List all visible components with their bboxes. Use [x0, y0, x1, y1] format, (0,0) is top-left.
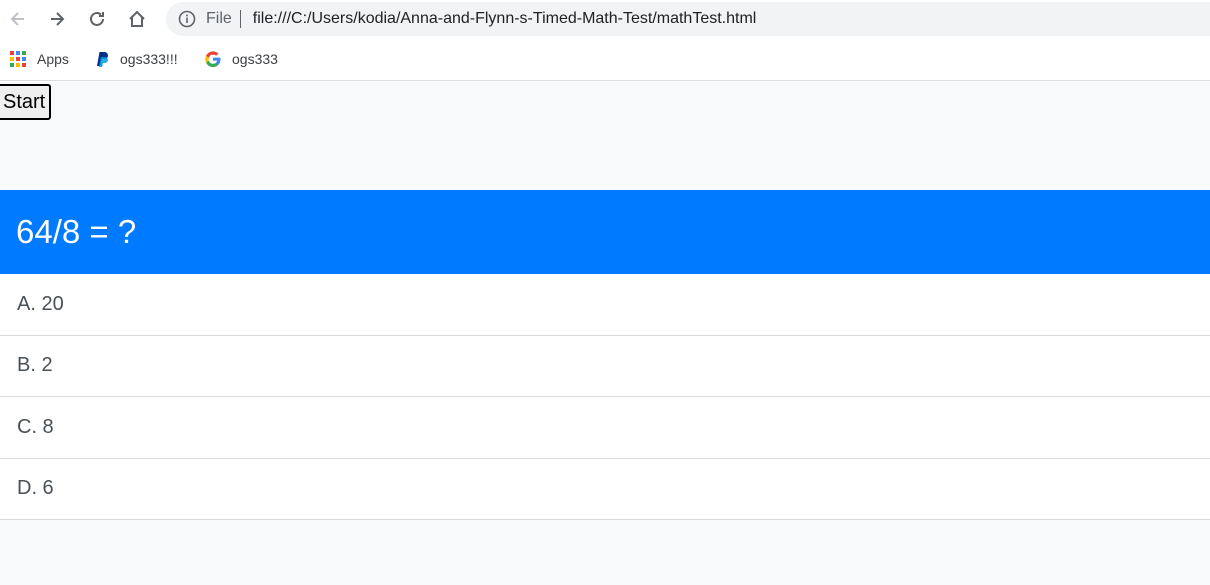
answer-option-c[interactable]: C. 8	[0, 397, 1210, 459]
paypal-icon	[92, 50, 110, 68]
question-text: 64/8 = ?	[0, 190, 1210, 274]
back-arrow-icon	[10, 12, 24, 26]
address-url[interactable]: file:///C:/Users/kodia/Anna-and-Flynn-s-…	[253, 10, 757, 28]
bookmarks-bar: Apps ogs333!!! ogs333	[0, 38, 1210, 81]
forward-button[interactable]	[43, 5, 71, 33]
bookmark-ogs333-paypal[interactable]: ogs333!!!	[92, 49, 178, 69]
address-separator	[239, 10, 241, 28]
bookmark-ogs333-google-label: ogs333	[232, 51, 278, 67]
reload-icon	[90, 11, 104, 26]
bookmark-apps[interactable]: Apps	[9, 49, 69, 69]
start-button[interactable]: Start	[0, 84, 52, 120]
info-icon[interactable]	[178, 10, 196, 28]
back-button[interactable]	[4, 5, 32, 33]
reload-button[interactable]	[83, 5, 111, 33]
bookmark-apps-label: Apps	[37, 51, 69, 67]
apps-grid-icon	[9, 50, 27, 68]
bookmark-ogs333-paypal-label: ogs333!!!	[120, 51, 178, 67]
forward-arrow-icon	[51, 12, 65, 26]
answer-option-d[interactable]: D. 6	[0, 458, 1210, 520]
page-content: Start 64/8 = ? A. 20 B. 2 C. 8 D. 6	[0, 82, 1210, 585]
browser-toolbar: File file:///C:/Users/kodia/Anna-and-Fly…	[0, 0, 1210, 38]
bookmark-ogs333-google[interactable]: ogs333	[204, 49, 278, 69]
question-card: 64/8 = ? A. 20 B. 2 C. 8 D. 6	[0, 190, 1210, 520]
answer-option-b[interactable]: B. 2	[0, 335, 1210, 397]
home-icon	[129, 10, 145, 27]
address-scheme: File	[206, 10, 232, 27]
address-bar[interactable]: File file:///C:/Users/kodia/Anna-and-Fly…	[166, 2, 1210, 36]
answer-option-a[interactable]: A. 20	[0, 274, 1210, 336]
home-button[interactable]	[123, 5, 151, 33]
google-icon	[204, 50, 222, 68]
